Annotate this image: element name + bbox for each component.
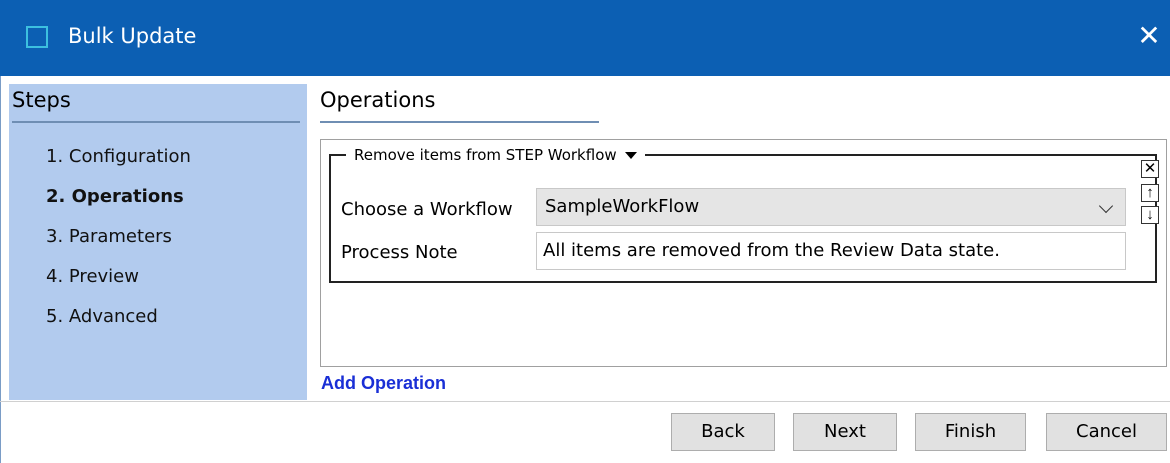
step-operations[interactable]: 2. Operations [46, 186, 184, 207]
caret-down-icon [624, 152, 637, 159]
move-down-icon[interactable]: ↓ [1141, 206, 1159, 224]
title-bar: Bulk Update ✕ [0, 0, 1170, 76]
footer-divider [0, 401, 1170, 402]
operation-type-label: Remove items from STEP Workflow [354, 146, 617, 164]
title-divider [320, 121, 599, 123]
finish-button[interactable]: Finish [915, 413, 1026, 451]
cancel-button[interactable]: Cancel [1046, 413, 1167, 451]
steps-title: Steps [12, 88, 71, 112]
workflow-label: Choose a Workflow [341, 199, 513, 220]
workflow-select-value: SampleWorkFlow [545, 196, 700, 217]
step-configuration[interactable]: 1. Configuration [46, 146, 191, 167]
close-icon[interactable]: ✕ [1134, 18, 1164, 54]
app-icon [26, 26, 48, 48]
chevron-down-icon [1098, 198, 1114, 214]
process-note-field[interactable]: All items are removed from the Review Da… [536, 232, 1126, 270]
step-preview[interactable]: 4. Preview [46, 266, 139, 287]
move-up-icon[interactable]: ↑ [1141, 184, 1159, 202]
remove-operation-icon[interactable]: ✕ [1141, 160, 1159, 178]
step-advanced[interactable]: 5. Advanced [46, 306, 158, 327]
page-title: Operations [320, 88, 436, 112]
workflow-select[interactable]: SampleWorkFlow [536, 188, 1126, 226]
steps-divider [12, 121, 300, 123]
step-parameters[interactable]: 3. Parameters [46, 226, 172, 247]
window-title: Bulk Update [68, 24, 197, 48]
operation-type-dropdown[interactable]: Remove items from STEP Workflow [346, 145, 645, 165]
back-button[interactable]: Back [671, 413, 775, 451]
process-note-label: Process Note [341, 242, 458, 263]
add-operation-link[interactable]: Add Operation [321, 373, 446, 394]
next-button[interactable]: Next [793, 413, 897, 451]
